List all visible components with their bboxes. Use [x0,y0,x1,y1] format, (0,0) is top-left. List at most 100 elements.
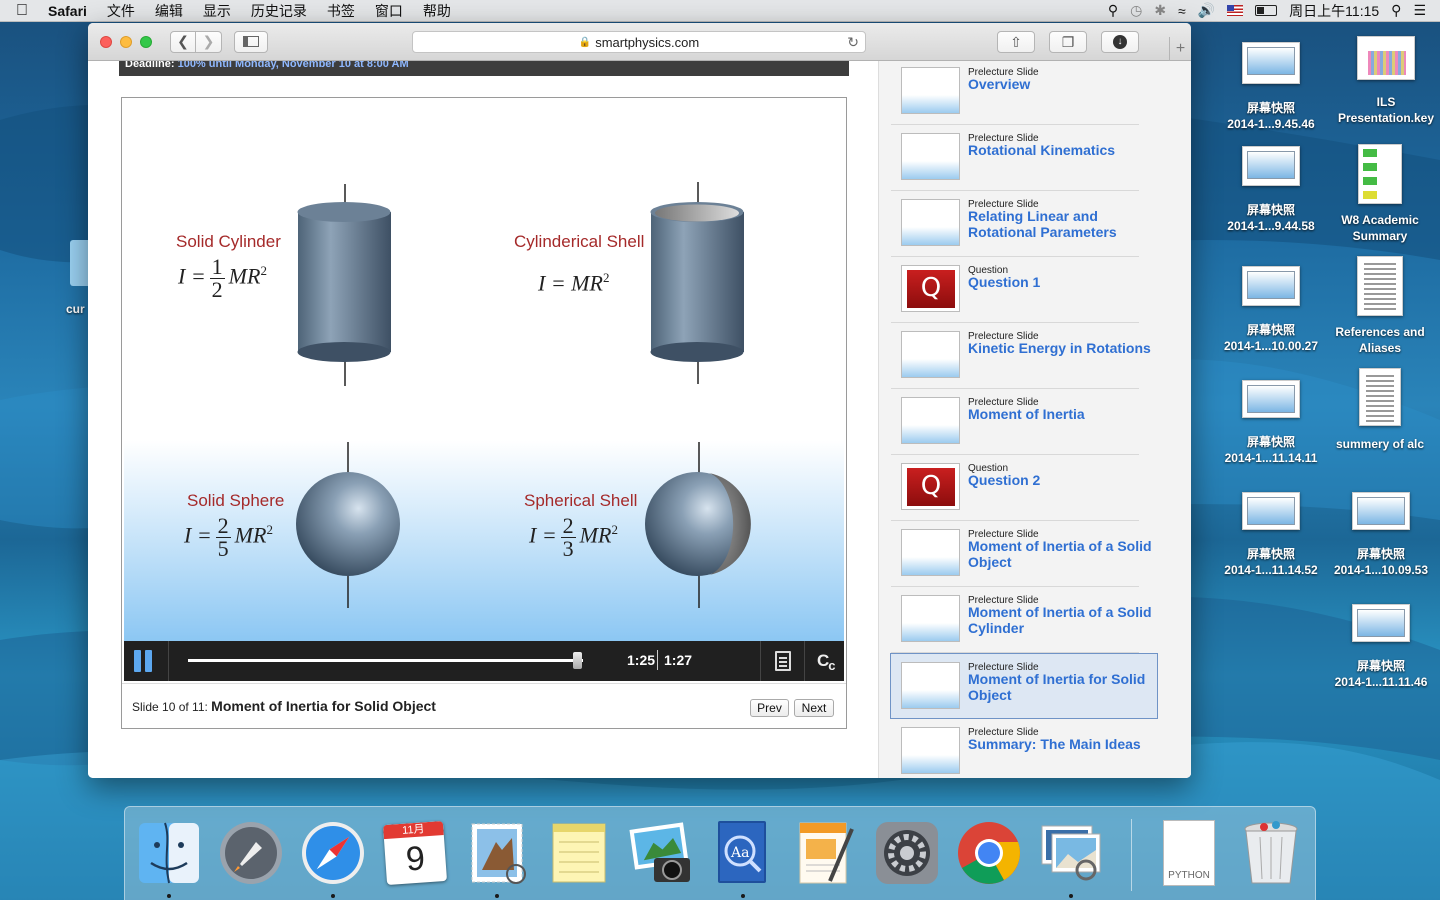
slide-list-item[interactable]: Prelecture Slide Rotational Kinematics [891,125,1139,191]
notepad-icon [552,823,606,883]
progress-handle[interactable] [573,652,583,669]
desktop-icon-screenshot-7[interactable]: 屏幕快照 2014-1...11.11.46 [1322,604,1440,690]
dock-launchpad-icon[interactable] [217,817,285,889]
screenshot-thumbnail-icon [1242,492,1300,530]
menu-history[interactable]: 历史记录 [241,1,317,21]
input-source-flag-icon[interactable] [1227,5,1244,16]
time-machine-icon[interactable]: ◷ [1130,2,1142,19]
python-file-label: PYTHON [1168,870,1210,881]
dock-notes-icon[interactable] [545,817,613,889]
time-divider [657,650,658,670]
document-file-icon [1359,368,1401,426]
menu-file[interactable]: 文件 [97,1,145,21]
address-bar[interactable]: 🔒 smartphysics.com ↻ [412,31,866,53]
slide-list-item-question[interactable]: Q Question Question 1 [891,257,1139,323]
question-thumbnail-icon: Q [901,265,960,312]
dock-finder-icon[interactable] [135,817,203,889]
new-tab-button[interactable]: + [1169,37,1191,61]
desktop-icon-references[interactable]: References and Aliases [1330,256,1430,356]
fraction-denominator: 2 [211,277,223,302]
dock-calendar-icon[interactable]: 11月 9 [381,817,449,889]
dock-python-file-icon[interactable]: PYTHON [1155,817,1223,889]
dock-dictionary-icon[interactable]: Aa [709,817,777,889]
menu-clock[interactable]: 周日上午11:15 [1289,1,1379,21]
desktop-icon-label: 2014-1...11.11.46 [1334,675,1428,689]
volume-icon[interactable]: 🔊 [1198,2,1215,19]
fraction-denominator: 5 [217,536,229,561]
slide-thumbnail [901,595,960,642]
desktop-icon-summery[interactable]: summery of alc [1330,368,1430,452]
notes-icon[interactable] [775,651,791,671]
share-button[interactable]: ⇧ [997,31,1035,53]
slide-list-item-title: Moment of Inertia of a Solid Cylinder [968,604,1152,636]
apple-menu-icon[interactable]:  [0,2,44,20]
wifi-icon[interactable]: ≈ [1178,3,1186,19]
closed-captions-icon[interactable]: Cc [817,651,836,673]
formula-lhs: I = [178,263,206,289]
show-sidebar-button[interactable] [234,30,268,53]
dock-pages-icon[interactable] [791,817,859,889]
dock-trash-icon[interactable] [1237,817,1305,889]
prev-slide-button[interactable]: Prev [750,699,789,717]
fullscreen-window-button[interactable] [140,35,152,48]
minimize-window-button[interactable] [120,35,132,48]
close-window-button[interactable] [100,35,112,48]
menu-app-name[interactable]: Safari [44,3,97,19]
dock-system-preferences-icon[interactable] [873,817,941,889]
desktop-icon-screenshot-5[interactable]: 屏幕快照 2014-1...11.14.52 [1212,492,1330,578]
formula-exponent: 2 [266,522,273,538]
desktop-icon-screenshot-6[interactable]: 屏幕快照 2014-1...10.09.53 [1322,492,1440,578]
slide-list-item[interactable]: Prelecture Slide Overview [891,61,1139,125]
dock-safari-icon[interactable] [299,817,367,889]
downloads-button[interactable]: ↓ [1101,31,1139,53]
back-button[interactable]: ❮ [170,30,196,53]
pause-button[interactable] [134,650,156,672]
spotlight-search-icon[interactable]: ⚲ [1391,2,1401,19]
desktop-icon-ils-presentation[interactable]: ILS Presentation.key [1330,36,1440,126]
svg-text:Aa: Aa [730,845,749,861]
slide-list-item[interactable]: Prelecture Slide Moment of Inertia of a S… [891,587,1152,653]
forward-button[interactable]: ❯ [196,30,222,53]
dock: 11月 9 Aa PYTHON [124,806,1316,900]
slide-list-item[interactable]: Prelecture Slide Summary: The Main Ideas [891,719,1141,778]
partial-desktop-file-icon[interactable] [70,240,88,286]
slide-list-item[interactable]: Prelecture Slide Moment of Inertia of a S… [891,521,1152,587]
dock-preview-icon[interactable] [1037,817,1105,889]
slide-list-item[interactable]: Prelecture Slide Moment of Inertia for So… [890,653,1158,719]
dock-mail-icon[interactable] [463,817,531,889]
desktop-icon-screenshot-4[interactable]: 屏幕快照 2014-1...11.14.11 [1212,380,1330,466]
reload-icon[interactable]: ↻ [847,34,859,51]
desktop-icon-screenshot-2[interactable]: 屏幕快照 2014-1...9.44.58 [1212,146,1330,234]
dock-chrome-icon[interactable] [955,817,1023,889]
menu-help[interactable]: 帮助 [413,1,461,21]
slide-list-item[interactable]: Prelecture Slide Kinetic Energy in Rotati… [891,323,1151,389]
slide-list-item[interactable]: Prelecture Slide Relating Linear and Rota… [891,191,1139,257]
lock-icon: 🔒 [578,36,592,48]
slide-list-item-question[interactable]: Q Question Question 2 [891,455,1139,521]
next-slide-button[interactable]: Next [794,699,834,717]
desktop-icon-label: References and [1335,325,1425,339]
deadline-value: 100% until Monday, November 10 at 8:00 A… [177,61,409,70]
menu-edit[interactable]: 编辑 [145,1,193,21]
menu-bookmarks[interactable]: 书签 [317,1,365,21]
desktop-icon-screenshot-3[interactable]: 屏幕快照 2014-1...10.00.27 [1212,266,1330,354]
show-all-tabs-button[interactable]: ❐ [1049,31,1087,53]
screenshot-thumbnail-icon [1242,380,1300,418]
menu-window[interactable]: 窗口 [365,1,413,21]
desktop-icon-label: 2014-1...9.45.46 [1227,117,1315,131]
chevron-left-icon: ❮ [177,33,189,49]
menu-view[interactable]: 显示 [193,1,241,21]
desktop-icon-label: 2014-1...11.14.52 [1224,563,1318,577]
cc-glyph: C [817,651,829,670]
desktop-icon-w8-summary[interactable]: W8 Academic Summary [1330,144,1430,244]
slide-list-item[interactable]: Prelecture Slide Moment of Inertia [891,389,1139,455]
bluetooth-icon[interactable]: ✱ [1154,2,1166,19]
battery-icon[interactable] [1255,5,1278,16]
dock-iphoto-icon[interactable] [627,817,695,889]
formula-rhs: MR [228,263,261,289]
spotlight-alt-icon[interactable]: ⚲ [1108,2,1118,19]
desktop-icon-screenshot-1[interactable]: 屏幕快照 2014-1...9.45.46 [1212,42,1330,132]
progress-track[interactable] [188,659,583,662]
notification-center-icon[interactable]: ☰ [1413,2,1426,19]
question-thumbnail-icon: Q [901,463,960,510]
